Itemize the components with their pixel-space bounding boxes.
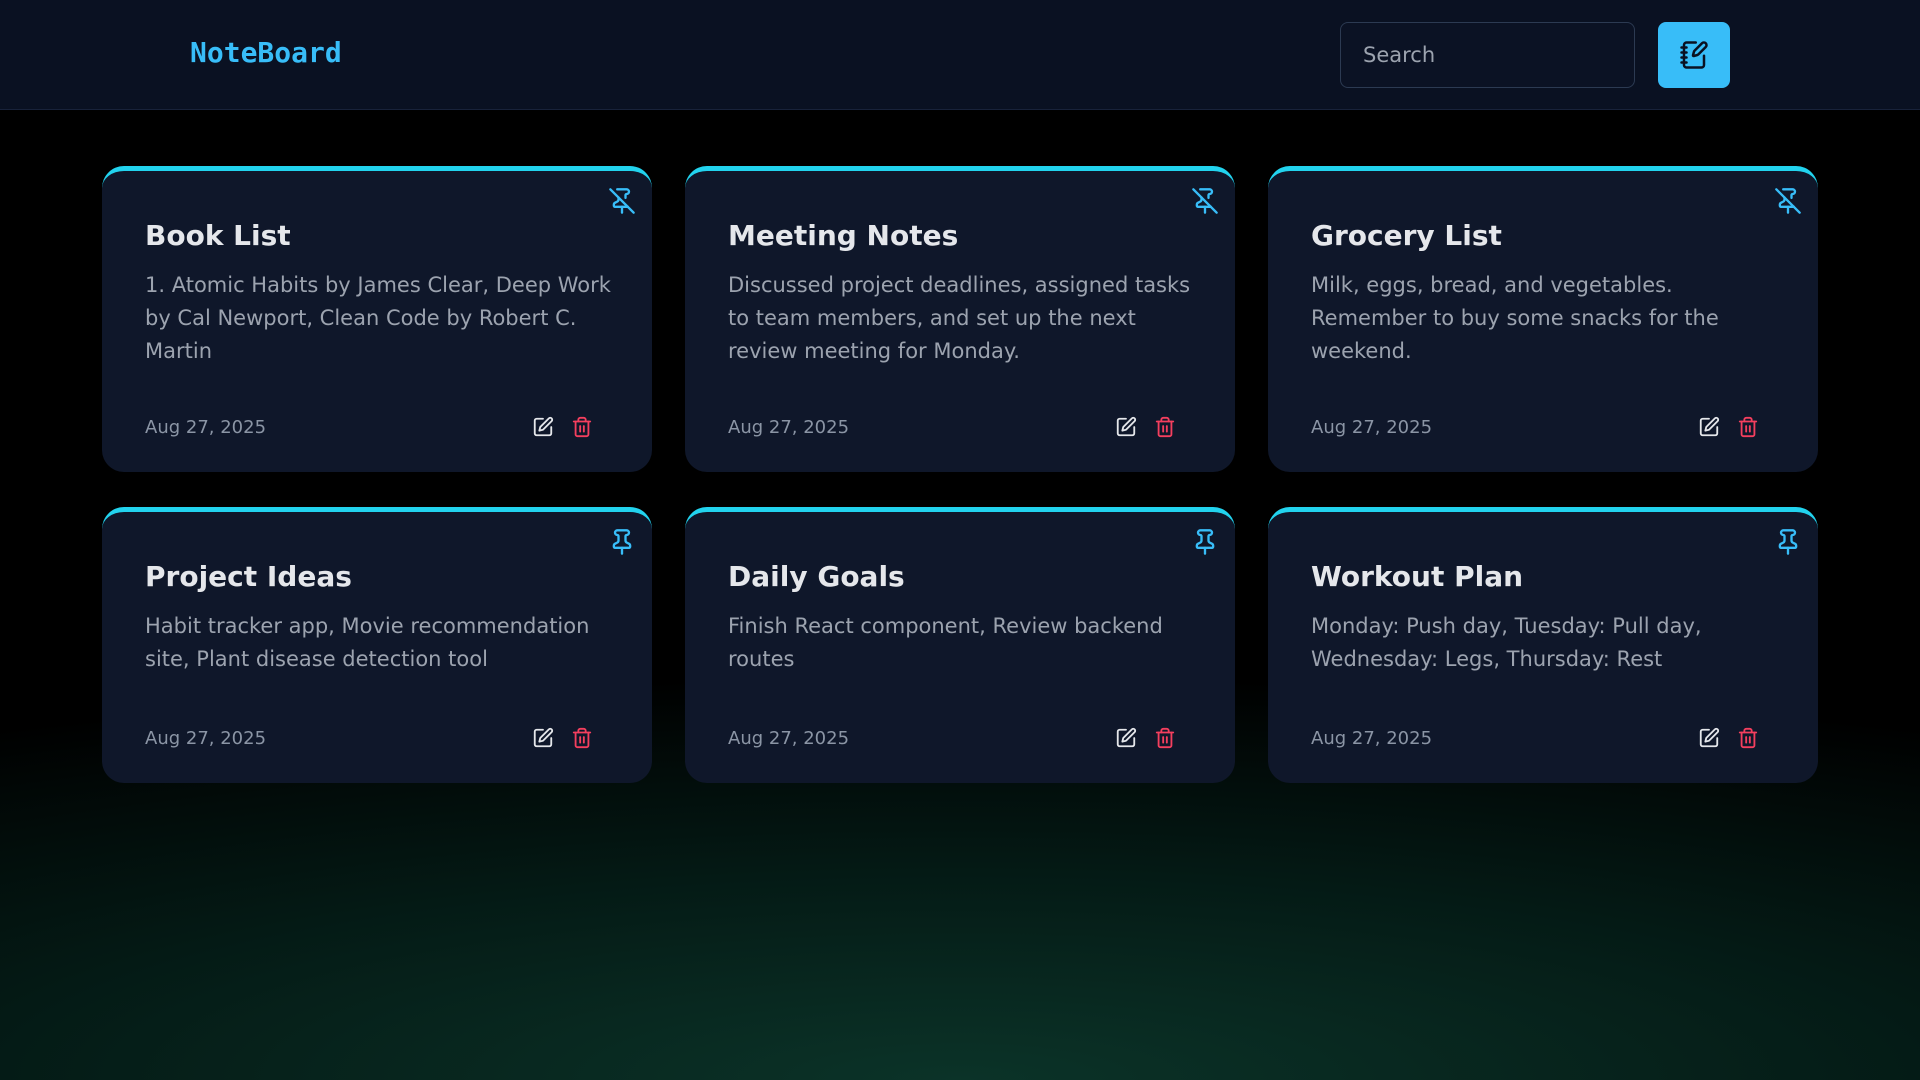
note-card[interactable]: Meeting Notes Discussed project deadlines… bbox=[685, 166, 1235, 472]
edit-icon[interactable] bbox=[1115, 416, 1139, 440]
note-title: Project Ideas bbox=[145, 560, 352, 593]
note-title: Book List bbox=[145, 219, 291, 252]
brand-logo[interactable]: NoteBoard bbox=[190, 36, 342, 69]
unpin-icon[interactable] bbox=[608, 187, 636, 215]
edit-icon[interactable] bbox=[532, 416, 556, 440]
unpin-icon[interactable] bbox=[1191, 187, 1219, 215]
app-header: NoteBoard bbox=[0, 0, 1920, 110]
note-title: Daily Goals bbox=[728, 560, 905, 593]
note-body: Habit tracker app, Movie recommendation … bbox=[145, 614, 590, 671]
edit-icon[interactable] bbox=[1698, 727, 1722, 751]
pin-icon[interactable] bbox=[608, 528, 636, 556]
note-body: Milk, eggs, bread, and vegetables. Remem… bbox=[1311, 273, 1719, 363]
note-title: Workout Plan bbox=[1311, 560, 1524, 593]
delete-icon[interactable] bbox=[1737, 727, 1761, 751]
note-date: Aug 27, 2025 bbox=[145, 417, 267, 438]
note-date: Aug 27, 2025 bbox=[1311, 728, 1433, 749]
note-card[interactable]: Workout Plan Monday: Push day, Tuesday: P… bbox=[1268, 507, 1818, 783]
unpin-icon[interactable] bbox=[1774, 187, 1802, 215]
delete-icon[interactable] bbox=[1737, 416, 1761, 440]
note-date: Aug 27, 2025 bbox=[728, 417, 850, 438]
note-title: Grocery List bbox=[1311, 219, 1502, 252]
note-card[interactable]: Project Ideas Habit tracker app, Movie re… bbox=[102, 507, 652, 783]
delete-icon[interactable] bbox=[1154, 727, 1178, 751]
note-date: Aug 27, 2025 bbox=[728, 728, 850, 749]
new-note-button[interactable] bbox=[1658, 22, 1730, 88]
notebook-pen-icon bbox=[1680, 41, 1708, 69]
note-card[interactable]: Daily Goals Finish React component, Revie… bbox=[685, 507, 1235, 783]
edit-icon[interactable] bbox=[532, 727, 556, 751]
note-body: Discussed project deadlines, assigned ta… bbox=[728, 273, 1191, 363]
note-date: Aug 27, 2025 bbox=[145, 728, 267, 749]
note-date: Aug 27, 2025 bbox=[1311, 417, 1433, 438]
pin-icon[interactable] bbox=[1191, 528, 1219, 556]
pin-icon[interactable] bbox=[1774, 528, 1802, 556]
note-body: 1. Atomic Habits by James Clear, Deep Wo… bbox=[145, 273, 611, 363]
delete-icon[interactable] bbox=[1154, 416, 1178, 440]
edit-icon[interactable] bbox=[1115, 727, 1139, 751]
note-card[interactable]: Book List 1. Atomic Habits by James Clear… bbox=[102, 166, 652, 472]
note-title: Meeting Notes bbox=[728, 219, 959, 252]
edit-icon[interactable] bbox=[1698, 416, 1722, 440]
delete-icon[interactable] bbox=[571, 727, 595, 751]
note-body: Finish React component, Review backend r… bbox=[728, 614, 1163, 671]
search-input[interactable] bbox=[1340, 22, 1635, 88]
delete-icon[interactable] bbox=[571, 416, 595, 440]
note-body: Monday: Push day, Tuesday: Pull day, Wed… bbox=[1311, 614, 1702, 671]
note-card[interactable]: Grocery List Milk, eggs, bread, and veget… bbox=[1268, 166, 1818, 472]
